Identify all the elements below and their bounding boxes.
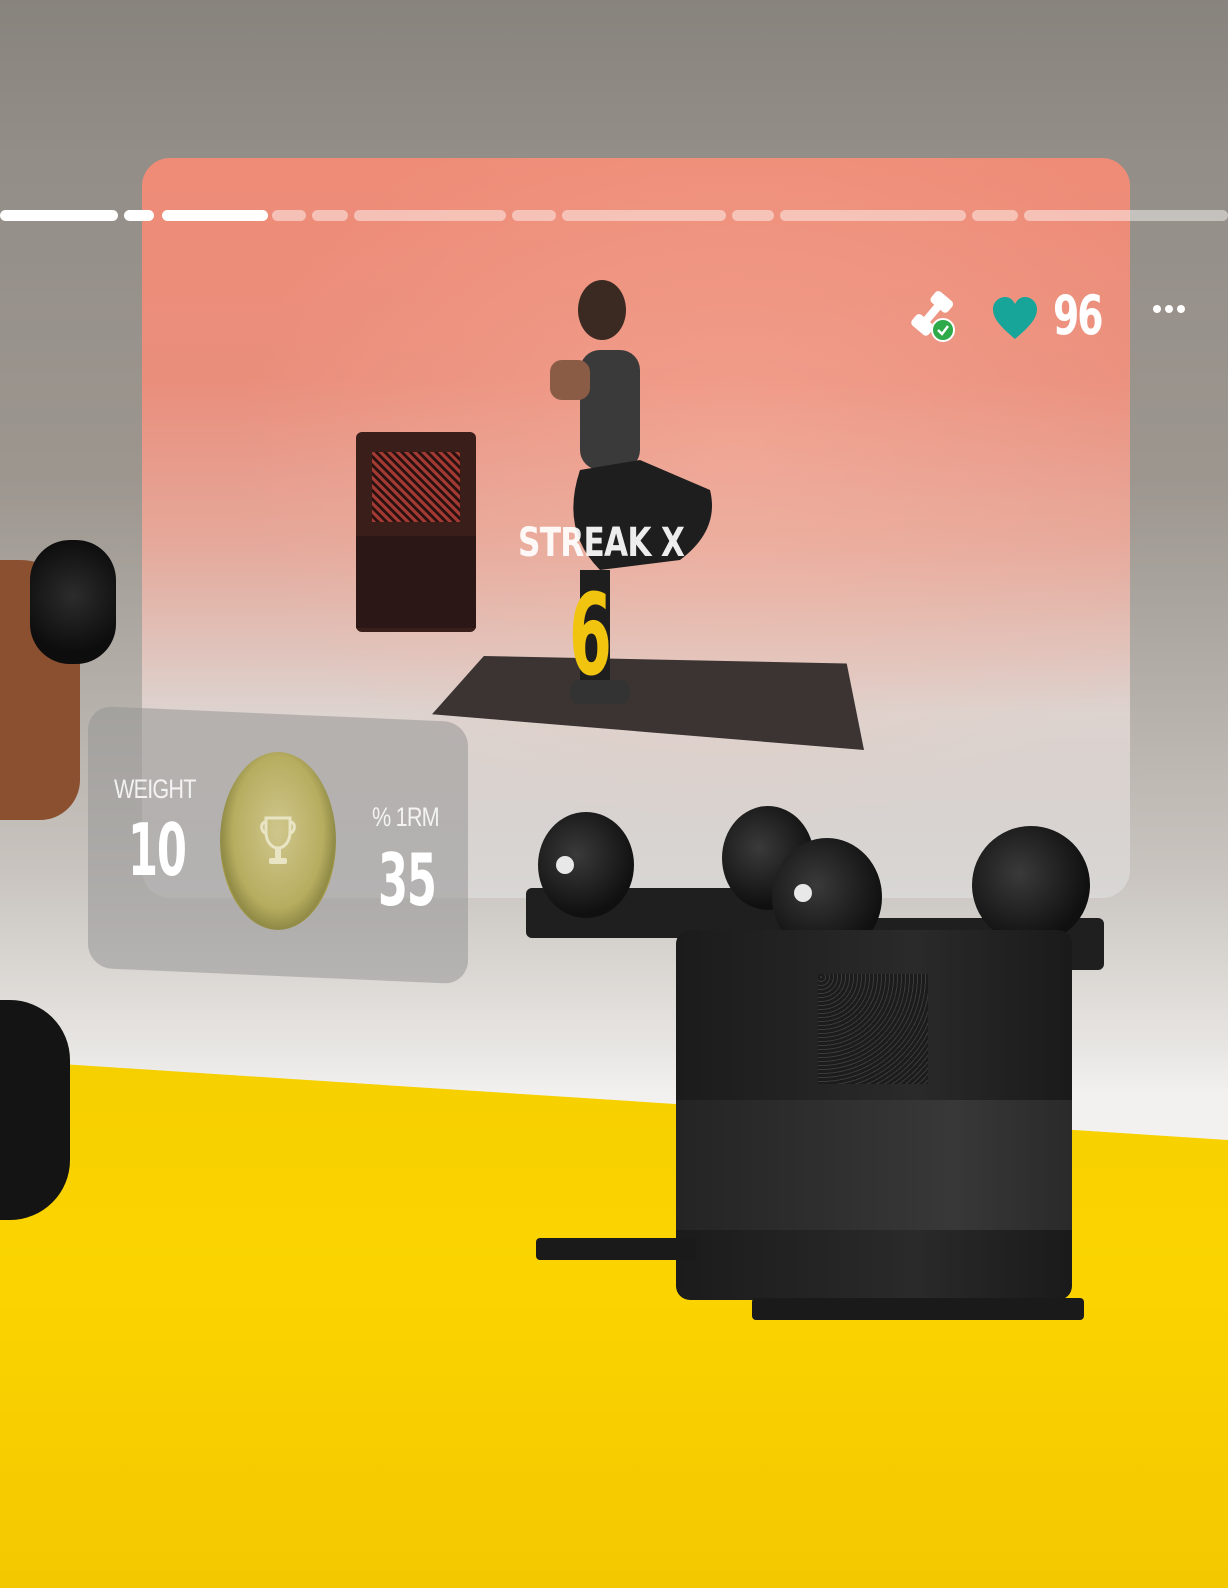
- dot: [1165, 305, 1173, 313]
- progress-segment: [354, 210, 506, 221]
- stand-drawer: [356, 536, 476, 628]
- dot: [1177, 305, 1185, 313]
- more-options-icon[interactable]: [1153, 305, 1185, 313]
- progress-segment: [732, 210, 774, 221]
- one-rm-value: 35: [378, 838, 437, 922]
- progress-segment: [0, 210, 118, 221]
- progress-segment: [124, 210, 154, 221]
- stand-foot: [536, 1238, 696, 1260]
- stand-foot: [752, 1298, 1084, 1320]
- progress-segment: [312, 210, 348, 221]
- progress-segment: [562, 210, 726, 221]
- heart-icon: [991, 295, 1039, 343]
- dumbbell-hub: [794, 884, 812, 902]
- dumbbell-connected-icon[interactable]: [905, 282, 959, 348]
- video-dumbbell-stand: [356, 432, 476, 632]
- streak-label: STREAK X: [518, 520, 685, 566]
- progress-segment: [162, 210, 268, 221]
- dumbbell-plate: [972, 826, 1090, 944]
- dumbbell-hub: [556, 856, 574, 874]
- athlete-leg: [0, 1000, 70, 1220]
- athlete-dumbbell: [30, 540, 116, 664]
- progress-segment: [512, 210, 556, 221]
- weight-label: WEIGHT: [114, 774, 196, 804]
- dot: [1153, 305, 1161, 313]
- stand-drawer: [676, 1100, 1072, 1230]
- dumbbell-stand: [676, 930, 1072, 1300]
- streak-count: 6: [569, 571, 612, 701]
- one-rm-label: % 1RM: [372, 802, 440, 832]
- heart-rate-value: 96: [1053, 283, 1104, 347]
- progress-segment: [272, 210, 306, 221]
- stand-speaker-grille: [818, 974, 928, 1084]
- dumbbell-plate: [538, 812, 634, 918]
- wall-background: [0, 0, 1228, 160]
- progress-segment: [780, 210, 966, 221]
- workout-progress-bar: [0, 210, 1228, 222]
- weight-value: 10: [128, 808, 187, 892]
- stand-grille: [372, 452, 460, 522]
- status-bar: 96: [905, 280, 1113, 350]
- trophy-icon: [258, 814, 298, 875]
- progress-segment: [1024, 210, 1228, 221]
- progress-segment: [972, 210, 1018, 221]
